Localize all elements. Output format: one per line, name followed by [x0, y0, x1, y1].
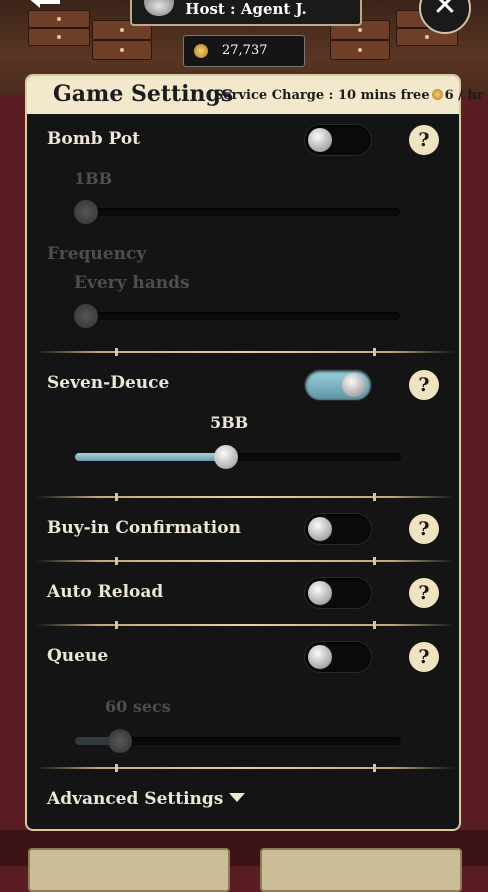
panel-header: Game Settings Service Charge : 10 mins f…: [27, 76, 484, 114]
auto-reload-help-button[interactable]: ?: [409, 578, 439, 608]
bottom-right-button[interactable]: [260, 848, 462, 892]
back-arrow-icon[interactable]: [26, 0, 60, 10]
divider: [35, 493, 455, 501]
slider-handle[interactable]: [74, 304, 98, 328]
coin-balance: 27,737: [183, 35, 305, 67]
divider: [35, 621, 455, 629]
queue-help-button[interactable]: ?: [409, 642, 439, 672]
toggle-thumb: [308, 581, 332, 605]
toggle-thumb: [308, 517, 332, 541]
advanced-settings-label: Advanced Settings: [47, 789, 224, 809]
question-icon: ?: [418, 646, 430, 668]
question-icon: ?: [418, 129, 430, 151]
slider-handle[interactable]: [213, 445, 238, 469]
bomb-pot-label: Bomb Pot: [47, 129, 141, 149]
bottom-left-button[interactable]: [28, 848, 230, 892]
service-charge-prefix: Service Charge : 10 mins free: [214, 88, 430, 103]
drawer: [330, 40, 390, 60]
buyin-confirmation-toggle[interactable]: [305, 514, 371, 544]
queue-time-value: 60 secs: [105, 697, 171, 716]
buyin-confirmation-label: Buy-in Confirmation: [47, 518, 241, 538]
queue-toggle[interactable]: [305, 642, 371, 672]
frequency-label: Frequency: [47, 244, 147, 264]
bomb-pot-amount-value: 1BB: [74, 169, 113, 188]
bomb-pot-amount-slider[interactable]: [74, 200, 400, 224]
toggle-thumb: [308, 128, 332, 152]
question-icon: ?: [418, 518, 430, 540]
divider: [35, 764, 455, 772]
panel-title: Game Settings: [53, 81, 234, 107]
question-icon: ?: [418, 374, 430, 396]
frequency-slider[interactable]: [74, 304, 400, 328]
host-label: Host : Agent J.: [185, 0, 307, 18]
question-icon: ?: [418, 582, 430, 604]
frequency-value: Every hands: [74, 273, 190, 293]
auto-reload-toggle[interactable]: [305, 578, 371, 608]
caret-down-icon: [229, 793, 246, 802]
game-settings-panel: Game Settings Service Charge : 10 mins f…: [25, 74, 484, 831]
seven-deuce-amount-value: 5BB: [210, 413, 249, 432]
seven-deuce-toggle[interactable]: [305, 370, 371, 400]
slider-handle[interactable]: [74, 200, 98, 224]
slider-handle[interactable]: [108, 729, 133, 753]
coin-balance-value: 27,737: [222, 43, 268, 58]
divider: [35, 557, 455, 565]
bomb-pot-toggle[interactable]: [305, 125, 371, 155]
buyin-confirmation-help-button[interactable]: ?: [409, 514, 439, 544]
auto-reload-label: Auto Reload: [47, 582, 164, 602]
queue-label: Queue: [47, 646, 109, 666]
coin-icon: [194, 44, 208, 58]
seven-deuce-label: Seven-Deuce: [47, 373, 170, 393]
queue-time-slider[interactable]: [75, 729, 401, 753]
divider: [35, 348, 455, 356]
service-charge: Service Charge : 10 mins free 6 / hr: [214, 88, 484, 103]
advanced-settings-button[interactable]: Advanced Settings: [47, 789, 246, 809]
slider-fill: [75, 453, 226, 461]
seven-deuce-help-button[interactable]: ?: [409, 370, 439, 400]
coin-icon: [431, 89, 443, 100]
drawer: [92, 40, 152, 60]
service-charge-rate: 6 / hr: [444, 88, 484, 103]
toggle-thumb: [342, 373, 366, 397]
drawer: [28, 10, 90, 28]
drawer: [28, 28, 90, 46]
toggle-thumb: [308, 645, 332, 669]
close-icon: ✕: [432, 0, 458, 23]
seven-deuce-amount-slider[interactable]: [75, 445, 401, 469]
bomb-pot-help-button[interactable]: ?: [409, 125, 439, 155]
